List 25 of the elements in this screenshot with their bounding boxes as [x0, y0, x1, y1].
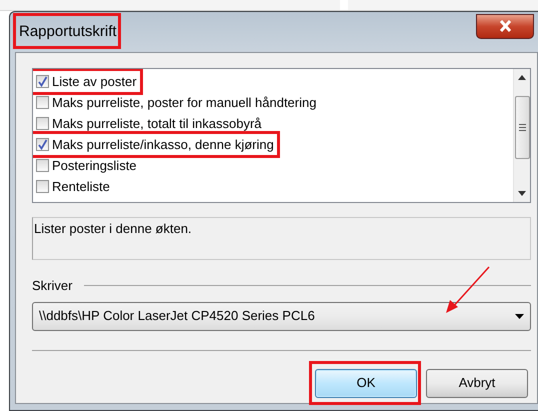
dialog-button[interactable]: OK	[315, 368, 417, 398]
report-label: Renteliste	[52, 178, 110, 196]
printer-dropdown[interactable]: \\ddbfs\HP Color LaserJet CP4520 Series PCL6	[32, 302, 531, 330]
dialog-button[interactable]: Avbryt	[426, 368, 528, 398]
report-label: Maks purreliste/inkasso, denne kjøring	[52, 136, 274, 154]
scroll-down-icon[interactable]	[518, 191, 526, 196]
scroll-thumb[interactable]	[514, 96, 530, 159]
report-label: Posteringsliste	[52, 156, 137, 175]
close-button[interactable]	[476, 14, 534, 39]
checkbox[interactable]	[36, 138, 49, 151]
report-label: Liste av poster	[52, 72, 137, 91]
checkbox[interactable]	[36, 117, 49, 130]
scroll-up-icon[interactable]	[518, 75, 526, 80]
printer-label: Skriver	[32, 277, 72, 295]
description-text: Lister poster i denne økten.	[34, 221, 192, 236]
report-label: Maks purreliste, totalt til inkassobyrå	[52, 114, 262, 133]
checkbox[interactable]	[36, 75, 49, 88]
checkbox[interactable]	[36, 159, 49, 172]
checkbox[interactable]	[36, 96, 49, 109]
checkbox[interactable]	[36, 180, 49, 193]
window-title: Rapportutskrift	[19, 22, 117, 40]
dropdown-caret-icon	[515, 314, 524, 318]
report-label: Maks purreliste, poster for manuell håndtering	[52, 94, 316, 112]
scrollbar[interactable]	[513, 69, 530, 202]
close-icon	[498, 20, 512, 32]
